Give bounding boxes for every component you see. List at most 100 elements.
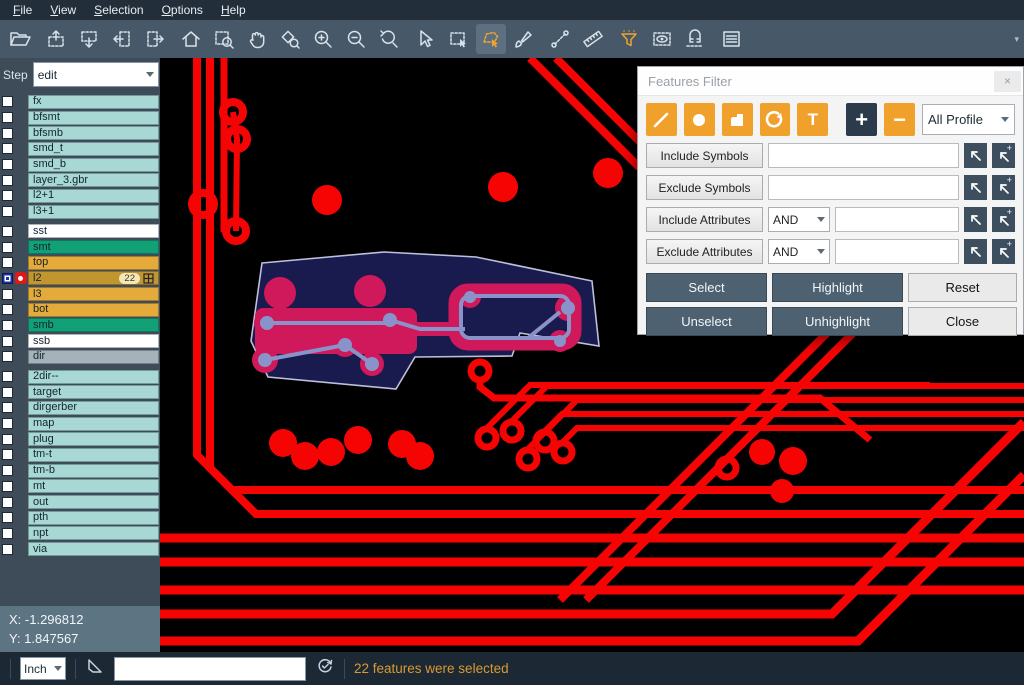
pick-attribute-button[interactable] <box>964 239 987 264</box>
view-options-button[interactable] <box>647 24 677 54</box>
layer-name[interactable]: smb <box>28 318 159 332</box>
layer-visibility-checkbox[interactable] <box>2 481 13 492</box>
layer-visibility-checkbox[interactable] <box>2 159 13 170</box>
filter-surfaces-toggle[interactable] <box>722 103 753 136</box>
snap-magnet-button[interactable] <box>680 24 710 54</box>
layer-name[interactable]: smd_t <box>28 142 159 156</box>
layer-name[interactable]: dir <box>28 350 159 364</box>
layer-visibility-checkbox[interactable] <box>2 371 13 382</box>
menu-options[interactable]: Options <box>153 1 212 19</box>
layer-name[interactable]: map <box>28 417 159 431</box>
layer-name[interactable]: 2dir-- <box>28 370 159 384</box>
pick-add-attribute-button[interactable]: + <box>992 207 1015 232</box>
layer-visibility-checkbox[interactable] <box>2 320 13 331</box>
zoom-object-button[interactable] <box>275 24 305 54</box>
pcb-canvas[interactable]: Features Filter × T + − All Profile <box>160 58 1024 652</box>
layer-visibility-checkbox[interactable] <box>2 242 13 253</box>
measure-points-button[interactable] <box>545 24 575 54</box>
layer-name[interactable]: l2+1 <box>28 189 159 203</box>
layer-visibility-checkbox[interactable] <box>2 273 13 284</box>
menu-file[interactable]: File <box>4 1 41 19</box>
layer-row-pth[interactable]: pth <box>0 510 160 526</box>
pick-symbol-button[interactable] <box>964 175 987 200</box>
layer-visibility-checkbox[interactable] <box>2 351 13 362</box>
layer-row-via[interactable]: via <box>0 541 160 557</box>
include-symbols-input[interactable] <box>768 143 959 168</box>
menu-help[interactable]: Help <box>212 1 255 19</box>
layer-row-mt[interactable]: mt <box>0 479 160 495</box>
menu-view[interactable]: View <box>41 1 85 19</box>
home-view-button[interactable] <box>176 24 206 54</box>
corner-snap-button[interactable] <box>85 656 105 681</box>
zoom-out-button[interactable] <box>341 24 371 54</box>
include-attributes-input[interactable] <box>835 207 959 232</box>
dialog-title-bar[interactable]: Features Filter × <box>638 67 1023 96</box>
layer-visibility-checkbox[interactable] <box>2 112 13 123</box>
layer-visibility-checkbox[interactable] <box>2 96 13 107</box>
layer-row-l2+1[interactable]: l2+1 <box>0 188 160 204</box>
layer-visibility-checkbox[interactable] <box>2 206 13 217</box>
dialog-close-button[interactable]: × <box>994 71 1021 92</box>
zoom-previous-button[interactable] <box>374 24 404 54</box>
pick-symbol-button[interactable] <box>964 143 987 168</box>
layer-row-dir[interactable]: dir <box>0 349 160 365</box>
layer-visibility-checkbox[interactable] <box>2 418 13 429</box>
filter-arcs-toggle[interactable] <box>760 103 791 136</box>
layer-visibility-checkbox[interactable] <box>2 434 13 445</box>
layer-row-2dir--[interactable]: 2dir-- <box>0 369 160 385</box>
pick-attribute-button[interactable] <box>964 207 987 232</box>
layer-name[interactable]: fx <box>28 95 159 109</box>
layer-row-l3[interactable]: l3 <box>0 286 160 302</box>
filter-pads-toggle[interactable] <box>684 103 715 136</box>
layer-visibility-checkbox[interactable] <box>2 226 13 237</box>
layer-row-target[interactable]: target <box>0 384 160 400</box>
layer-name[interactable]: top <box>28 256 159 270</box>
command-input[interactable] <box>114 657 306 681</box>
toolbar-overflow-chevron[interactable]: ▾ <box>1014 34 1019 45</box>
layer-name[interactable]: sst <box>28 224 159 238</box>
layer-row-l3+1[interactable]: l3+1 <box>0 204 160 220</box>
pick-add-symbol-button[interactable]: + <box>992 175 1015 200</box>
refresh-status-button[interactable] <box>315 656 335 681</box>
layer-visibility-checkbox[interactable] <box>2 512 13 523</box>
menu-selection[interactable]: Selection <box>85 1 152 19</box>
layer-row-l2[interactable]: l2 22 <box>0 271 160 287</box>
filter-positive-mode-button[interactable]: + <box>846 103 877 136</box>
layer-row-npt[interactable]: npt <box>0 526 160 542</box>
layer-visibility-checkbox[interactable] <box>2 304 13 315</box>
layer-row-tm-t[interactable]: tm-t <box>0 447 160 463</box>
unselect-button[interactable]: Unselect <box>646 307 767 336</box>
layer-row-sst[interactable]: sst <box>0 224 160 240</box>
layer-row-smt[interactable]: smt <box>0 239 160 255</box>
unhighlight-button[interactable]: Unhighlight <box>772 307 903 336</box>
layer-visibility-checkbox[interactable] <box>2 190 13 201</box>
zoom-window-button[interactable] <box>209 24 239 54</box>
measure-ruler-button[interactable] <box>578 24 608 54</box>
layer-row-tm-b[interactable]: tm-b <box>0 463 160 479</box>
layer-name[interactable]: plug <box>28 432 159 446</box>
layer-name[interactable]: l2 22 <box>28 271 159 285</box>
layer-visibility-checkbox[interactable] <box>2 175 13 186</box>
layer-visibility-checkbox[interactable] <box>2 402 13 413</box>
include-attributes-operator-select[interactable]: AND <box>768 207 830 232</box>
layer-visibility-checkbox[interactable] <box>2 465 13 476</box>
close-button[interactable]: Close <box>908 307 1017 336</box>
layer-name[interactable]: via <box>28 542 159 556</box>
layer-name[interactable]: tm-t <box>28 448 159 462</box>
unit-select[interactable]: Inch <box>20 657 66 680</box>
layer-row-out[interactable]: out <box>0 494 160 510</box>
reset-button[interactable]: Reset <box>908 273 1017 302</box>
layer-row-smb[interactable]: smb <box>0 318 160 334</box>
profile-select[interactable]: All Profile <box>922 104 1015 135</box>
pan-right-button[interactable] <box>140 24 170 54</box>
features-filter-button[interactable] <box>614 24 644 54</box>
exclude-symbols-button[interactable]: Exclude Symbols <box>646 175 763 200</box>
layer-row-dirgerber[interactable]: dirgerber <box>0 400 160 416</box>
layer-row-top[interactable]: top <box>0 255 160 271</box>
layer-name[interactable]: layer_3.gbr <box>28 173 159 187</box>
layer-row-fx[interactable]: fx <box>0 94 160 110</box>
layer-row-smd_t[interactable]: smd_t <box>0 141 160 157</box>
layer-name[interactable]: bfsmt <box>28 111 159 125</box>
clear-brush-button[interactable] <box>509 24 539 54</box>
layer-visibility-checkbox[interactable] <box>2 449 13 460</box>
